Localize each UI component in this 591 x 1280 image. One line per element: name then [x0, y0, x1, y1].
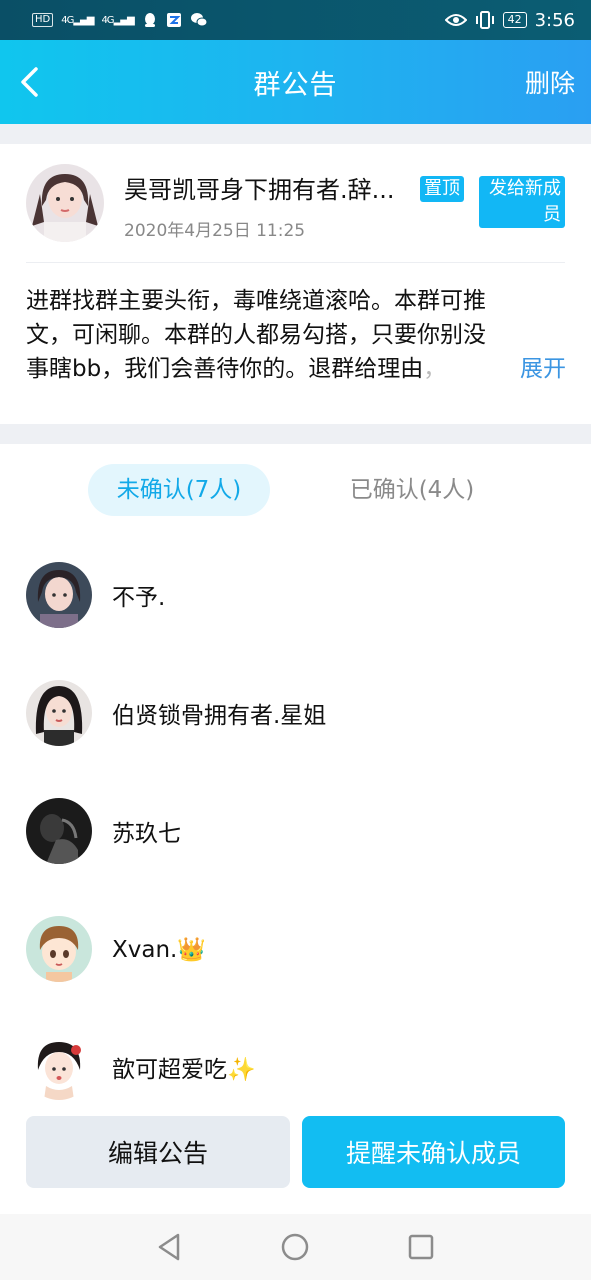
nav-recent-apps-icon[interactable]: [404, 1230, 438, 1264]
divider: [26, 262, 565, 263]
page-title: 群公告: [253, 69, 338, 101]
battery-icon: 42: [502, 12, 527, 28]
avatar[interactable]: [26, 916, 92, 982]
nav-back-icon[interactable]: [152, 1230, 186, 1264]
edit-announcement-button[interactable]: 编辑公告: [26, 1116, 290, 1188]
pinned-badge: 置顶: [420, 176, 464, 202]
author-name: 昊哥凯哥身下拥有者.辞...: [124, 176, 395, 204]
signal-icon-2: 4G▂▄▆: [101, 14, 134, 26]
member-name: 歆可超爱吃✨: [112, 1057, 256, 1083]
delete-button[interactable]: 删除: [525, 64, 575, 100]
avatar-image: [26, 1034, 92, 1100]
avatar-image: [26, 680, 92, 746]
author-avatar-image: [26, 164, 104, 242]
hd-icon: HD: [32, 13, 54, 27]
member-name: 伯贤锁骨拥有者.星姐: [112, 703, 327, 729]
list-item[interactable]: 伯贤锁骨拥有者.星姐: [26, 680, 566, 746]
chevron-left-icon: [21, 67, 38, 97]
status-right-icons: 42 3:56: [444, 9, 575, 31]
content-line-1: 进群找群主要头衔，毒唯绕道滚哈。本群可推: [26, 288, 486, 314]
network-type-label: 4G: [61, 14, 74, 26]
content-line-3-fade: ，: [423, 356, 447, 382]
vibrate-icon: [475, 11, 494, 29]
send-to-new-members-badge: 发给新成 员: [479, 176, 565, 228]
badge-line-1: 发给新成: [489, 178, 561, 199]
clock: 3:56: [534, 9, 575, 31]
badge-line-2: 员: [543, 204, 561, 225]
bottom-action-bar: 编辑公告 提醒未确认成员: [0, 1104, 591, 1214]
network-type-label-2: 4G: [101, 14, 114, 26]
avatar[interactable]: [26, 798, 92, 864]
content-line-2: 文，可闲聊。本群的人都易勾搭，只要你别没: [26, 322, 486, 348]
member-name: 不予.: [112, 585, 166, 611]
avatar[interactable]: [26, 680, 92, 746]
system-nav-bar: [0, 1214, 591, 1280]
content-line-3: 事瞎bb，我们会善待你的。退群给理由， 展开: [26, 352, 566, 386]
announcement-card[interactable]: 昊哥凯哥身下拥有者.辞... 置顶 发给新成 员 2020年4月25日 11:2…: [0, 144, 591, 424]
signal-icon: 4G▂▄▆: [61, 14, 94, 26]
avatar-image: [26, 562, 92, 628]
status-left-icons: HD 4G▂▄▆ 4G▂▄▆: [32, 12, 208, 28]
avatar-image: [26, 916, 92, 982]
tab-confirmed[interactable]: 已确认(4人): [320, 464, 504, 516]
title-bar: 群公告 删除: [0, 40, 591, 124]
content-line-3-text: 事瞎bb，我们会善待你的。退群给理由: [26, 356, 424, 382]
list-item[interactable]: 歆可超爱吃✨: [26, 1034, 566, 1100]
remind-unconfirmed-button[interactable]: 提醒未确认成员: [302, 1116, 565, 1188]
app-notification-icon: [166, 13, 181, 27]
nav-home-icon[interactable]: [278, 1230, 312, 1264]
list-item[interactable]: 苏玖七: [26, 798, 566, 864]
member-name: Xvan.👑: [112, 936, 206, 963]
confirmation-list: 未确认(7人) 已确认(4人) 不予. 伯贤锁骨拥有者.星姐 苏玖七 Xvan.…: [0, 444, 591, 1214]
avatar[interactable]: [26, 1034, 92, 1100]
status-bar: HD 4G▂▄▆ 4G▂▄▆ 42 3:56: [0, 0, 591, 40]
avatar-image: [26, 798, 92, 864]
author-avatar[interactable]: [26, 164, 104, 242]
avatar[interactable]: [26, 562, 92, 628]
qq-penguin-icon: [144, 13, 155, 27]
list-item[interactable]: Xvan.👑: [26, 916, 566, 982]
announcement-content: 进群找群主要头衔，毒唯绕道滚哈。本群可推 文，可闲聊。本群的人都易勾搭，只要你别…: [26, 284, 566, 386]
member-name: 苏玖七: [112, 821, 181, 847]
eye-comfort-icon: [444, 14, 467, 26]
back-button[interactable]: [14, 64, 44, 100]
wechat-icon: [190, 13, 208, 27]
tab-unconfirmed[interactable]: 未确认(7人): [88, 464, 270, 516]
list-item[interactable]: 不予.: [26, 562, 566, 628]
post-date: 2020年4月25日 11:25: [124, 221, 306, 241]
expand-link[interactable]: 展开: [508, 352, 566, 386]
